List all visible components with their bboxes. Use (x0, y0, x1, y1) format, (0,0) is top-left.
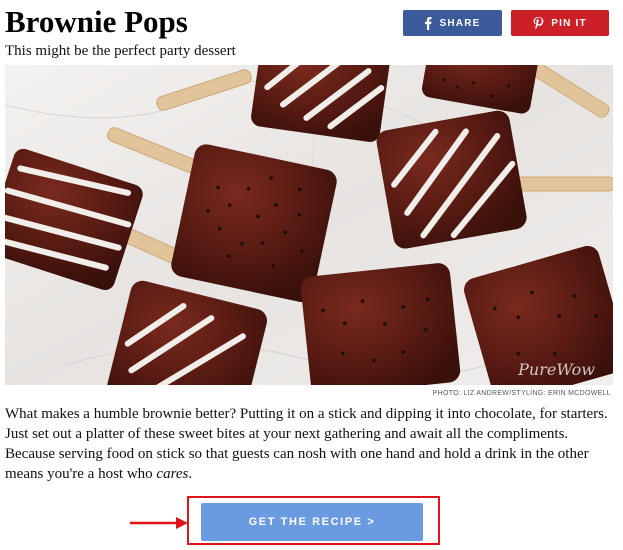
pinterest-icon (533, 16, 544, 30)
article-emphasis: cares (156, 466, 189, 482)
get-the-recipe-button[interactable]: GET THE RECIPE > (201, 503, 423, 541)
brownie-pops-photo: PureWow (5, 65, 613, 385)
photo-credit: PHOTO: LIZ ANDREW/STYLING: ERIN MCDOWELL (432, 390, 611, 397)
pin-label: PIN IT (551, 17, 587, 29)
article-body: What makes a humble brownie better? Putt… (5, 404, 617, 484)
watermark-logo: PureWow (518, 360, 595, 379)
article-text: What makes a humble brownie better? Putt… (5, 406, 608, 482)
article-text-end: . (188, 466, 193, 482)
page-title: Brownie Pops (5, 4, 188, 39)
page-subtitle: This might be the perfect party dessert (5, 43, 236, 59)
facebook-icon (424, 16, 432, 30)
red-arrow-icon (130, 517, 188, 529)
pinterest-pin-button[interactable]: PIN IT (511, 10, 609, 36)
share-label: SHARE (439, 17, 481, 29)
facebook-share-button[interactable]: SHARE (403, 10, 502, 36)
